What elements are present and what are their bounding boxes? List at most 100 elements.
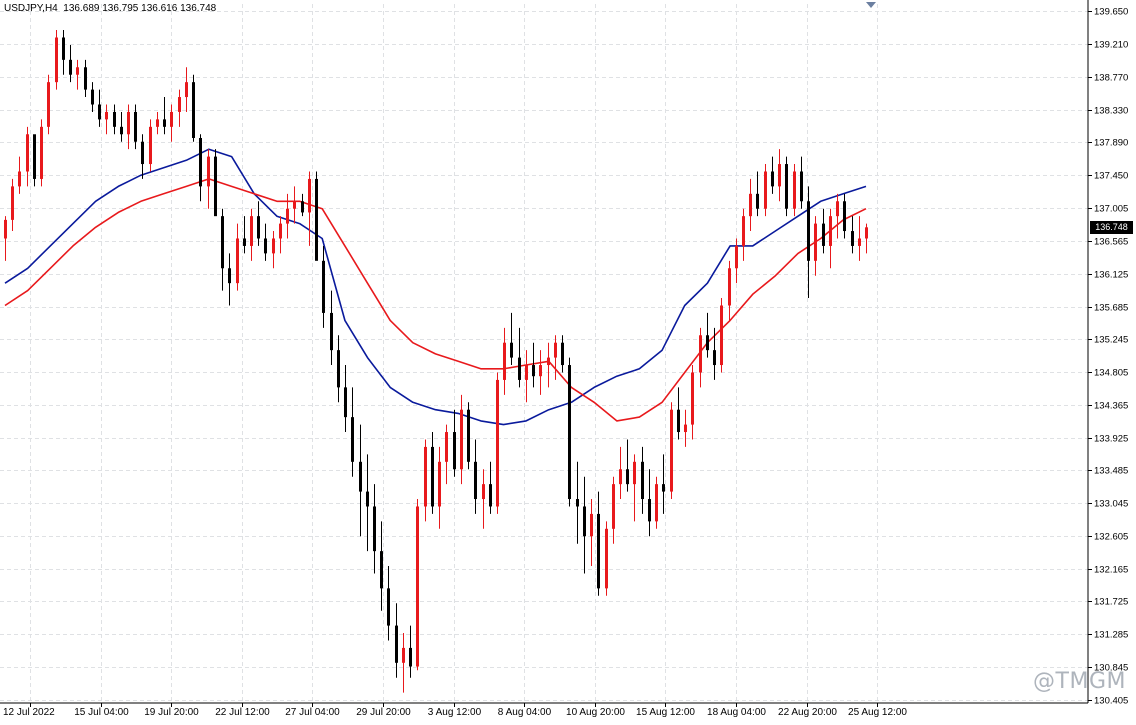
price-tick-label: 131.285 <box>1094 630 1128 641</box>
time-tick-label: 8 Aug 04:00 <box>498 707 552 718</box>
candle-body <box>597 513 600 589</box>
candle-body <box>33 134 36 179</box>
candle-body <box>91 89 94 105</box>
candle-body <box>156 119 159 127</box>
candle-body <box>814 223 817 261</box>
price-tick-label: 133.045 <box>1094 499 1128 510</box>
price-tick-label: 135.685 <box>1094 303 1128 314</box>
candle-body <box>113 111 116 127</box>
candle-body <box>583 506 586 537</box>
candle-body <box>402 647 405 663</box>
candle-body <box>445 432 448 462</box>
price-tick-label: 138.330 <box>1094 106 1128 117</box>
candle-body <box>315 178 318 261</box>
price-chart[interactable]: 139.650 139.210 138.770 138.330 137.890 137.4… <box>0 0 1136 720</box>
candle-body <box>713 350 716 366</box>
price-tick-label: 133.925 <box>1094 434 1128 445</box>
candle-body <box>344 387 347 418</box>
candle-body <box>626 469 629 485</box>
candle-body <box>120 126 123 135</box>
chart-area[interactable]: 139.650 139.210 138.770 138.330 137.890 137.4… <box>0 0 1136 720</box>
candle-body <box>250 216 253 246</box>
price-tick-label: 137.005 <box>1094 204 1128 215</box>
candle-body <box>706 335 709 351</box>
candle-body <box>272 238 275 254</box>
price-tick-label: 138.770 <box>1094 73 1128 84</box>
candle-body <box>655 484 658 522</box>
candle-body <box>170 111 173 127</box>
candle-body <box>532 365 535 377</box>
candle-body <box>395 625 398 663</box>
candle-body <box>496 379 499 507</box>
candle-body <box>503 342 506 380</box>
candle-body <box>460 409 463 470</box>
candle-body <box>778 164 781 187</box>
candle-body <box>858 238 861 246</box>
candle-body <box>134 111 137 142</box>
candle-body <box>699 335 702 373</box>
candle-body <box>829 216 832 246</box>
candle-body <box>648 499 651 522</box>
candle-body <box>11 186 14 220</box>
candle-body <box>677 409 680 433</box>
current-price-tag: 136.748 <box>1090 221 1133 234</box>
candle-body <box>662 484 665 492</box>
candle-body <box>641 461 644 500</box>
chart-header: USDJPY,H4 136.689 136.795 136.616 136.74… <box>4 3 216 14</box>
candle-body <box>62 37 65 60</box>
price-tick-label: 134.365 <box>1094 401 1128 412</box>
candle-body <box>735 245 738 269</box>
candle-body <box>214 156 217 217</box>
time-tick-label: 22 Jul 12:00 <box>215 707 270 718</box>
candle-body <box>539 365 542 377</box>
candle-body <box>330 312 333 351</box>
price-tick-label: 132.165 <box>1094 565 1128 576</box>
candle-body <box>807 201 810 261</box>
candle-body <box>337 350 340 388</box>
candle-body <box>26 134 29 172</box>
candle-body <box>547 357 550 366</box>
candle-body <box>474 461 477 500</box>
time-tick-label: 10 Aug 20:00 <box>566 707 625 718</box>
candle-body <box>800 171 803 202</box>
candle-body <box>279 223 282 239</box>
candle-body <box>822 223 825 246</box>
time-tick-label: 22 Aug 20:00 <box>778 707 837 718</box>
price-tick-label: 137.890 <box>1094 138 1128 149</box>
price-tick-label: 136.565 <box>1094 237 1128 248</box>
time-tick-label: 27 Jul 04:00 <box>285 707 340 718</box>
candle-body <box>424 446 427 507</box>
candle-body <box>207 156 210 187</box>
candle-body <box>633 461 636 485</box>
time-tick-label: 18 Aug 04:00 <box>707 707 766 718</box>
candle-body <box>221 216 224 269</box>
candle-body <box>4 219 7 239</box>
candle-body <box>351 417 354 462</box>
time-tick-label: 25 Aug 12:00 <box>848 707 907 718</box>
candle-body <box>785 164 788 209</box>
candle-body <box>380 551 383 589</box>
candle-body <box>409 647 412 667</box>
candle-body <box>40 126 43 179</box>
candle-body <box>301 201 304 213</box>
candle-body <box>467 409 470 462</box>
price-tick-label: 130.405 <box>1094 696 1128 707</box>
candle-body <box>141 141 144 165</box>
candle-body <box>684 424 687 433</box>
candle-body <box>619 469 622 485</box>
candle-body <box>416 506 419 667</box>
candle-body <box>438 461 441 507</box>
candle-body <box>257 216 260 239</box>
candle-body <box>670 409 673 492</box>
candle-body <box>764 171 767 209</box>
candle-body <box>127 111 130 135</box>
price-tick-label: 133.485 <box>1094 466 1128 477</box>
candle-body <box>185 82 188 98</box>
candle-body <box>518 357 521 380</box>
candle-body <box>525 365 528 380</box>
candle-body <box>489 484 492 507</box>
candle-body <box>55 37 58 83</box>
time-tick-label: 15 Jul 04:00 <box>74 707 129 718</box>
price-tick-label: 134.805 <box>1094 368 1128 379</box>
candle-body <box>851 231 854 246</box>
